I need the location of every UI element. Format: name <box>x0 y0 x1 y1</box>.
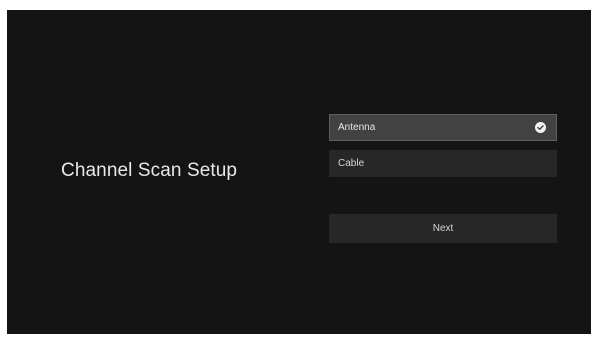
check-circle-icon <box>535 122 546 133</box>
option-label: Cable <box>338 158 365 169</box>
option-cable[interactable]: Cable <box>329 150 557 177</box>
option-antenna[interactable]: Antenna <box>329 114 557 141</box>
page-title: Channel Scan Setup <box>61 160 238 181</box>
option-label: Antenna <box>338 122 376 133</box>
tv-screen: Channel Scan Setup Antenna Cable Next <box>7 10 591 334</box>
next-button[interactable]: Next <box>329 214 557 243</box>
